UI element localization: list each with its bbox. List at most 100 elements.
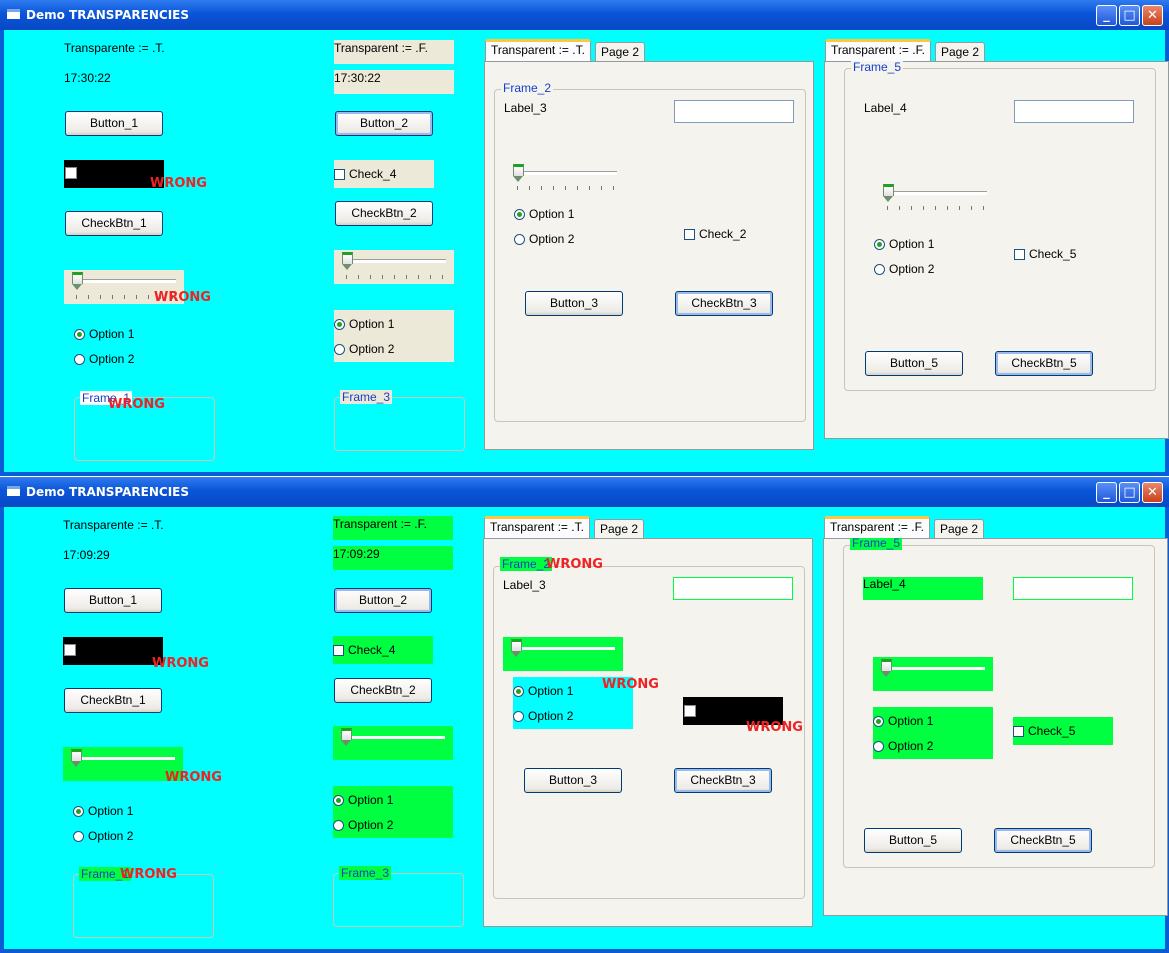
button-3[interactable]: Button_3 — [524, 768, 622, 793]
radio-icon[interactable] — [333, 820, 344, 831]
radio-option-1[interactable]: Option 1 — [333, 793, 393, 807]
button-5[interactable]: Button_5 — [864, 828, 962, 853]
text-field-1[interactable] — [673, 577, 793, 600]
tab-transparent-f[interactable]: Transparent := .F. — [824, 516, 930, 538]
tab-page-2[interactable]: Page 2 — [934, 519, 985, 539]
checkbox-icon[interactable] — [334, 169, 345, 180]
radio-option-1[interactable]: Option 1 — [514, 207, 574, 221]
radio-icon[interactable] — [513, 686, 524, 697]
tab-page-2[interactable]: Page 2 — [595, 42, 646, 62]
close-button[interactable]: ✕ — [1142, 5, 1163, 26]
radio-option-2[interactable]: Option 2 — [873, 739, 933, 753]
button-5[interactable]: Button_5 — [865, 351, 963, 376]
checkbox-square[interactable] — [684, 705, 696, 717]
slider-thumb[interactable] — [883, 184, 894, 202]
radio-icon[interactable] — [334, 319, 345, 330]
slider-thumb[interactable] — [341, 728, 352, 746]
slider-2[interactable] — [333, 726, 453, 760]
slider-thumb[interactable] — [513, 164, 524, 182]
radio-option-2[interactable]: Option 2 — [74, 352, 134, 366]
radio-icon[interactable] — [73, 831, 84, 842]
slider-5[interactable] — [873, 657, 993, 691]
tab-transparent-t[interactable]: Transparent := .T. — [485, 39, 591, 61]
close-button[interactable]: ✕ — [1142, 482, 1163, 503]
radio-option-2[interactable]: Option 2 — [514, 232, 574, 246]
radio-option-1[interactable]: Option 1 — [873, 714, 933, 728]
radio-icon[interactable] — [74, 354, 85, 365]
radio-option-2[interactable]: Option 2 — [333, 818, 393, 832]
radio-option-1[interactable]: Option 1 — [74, 327, 134, 341]
radio-icon[interactable] — [514, 234, 525, 245]
checkbtn-1[interactable]: CheckBtn_1 — [64, 688, 162, 713]
minimize-button[interactable]: _ — [1096, 482, 1117, 503]
checkbtn-2[interactable]: CheckBtn_2 — [334, 678, 432, 703]
text-field-1[interactable] — [674, 100, 794, 123]
check-5[interactable]: Check_5 — [1013, 717, 1113, 745]
button-3[interactable]: Button_3 — [525, 291, 623, 316]
radio-option-1[interactable]: Option 1 — [73, 804, 133, 818]
maximize-button[interactable]: □ — [1119, 5, 1140, 26]
checkbtn-3[interactable]: CheckBtn_3 — [674, 768, 772, 793]
checkbtn-2[interactable]: CheckBtn_2 — [335, 201, 433, 226]
radio-icon[interactable] — [873, 741, 884, 752]
check-2[interactable]: Check_2 — [684, 227, 746, 241]
radio-icon[interactable] — [514, 209, 525, 220]
radio-option-1[interactable]: Option 1 — [513, 684, 573, 698]
check-4[interactable]: Check_4 — [334, 160, 434, 188]
tab-page-2[interactable]: Page 2 — [935, 42, 986, 62]
slider-thumb[interactable] — [342, 252, 353, 270]
checkbox-square[interactable] — [64, 644, 76, 656]
slider-thumb[interactable] — [511, 639, 522, 657]
title-bar[interactable]: Demo TRANSPARENCIES _ □ ✕ — [0, 0, 1169, 30]
text-field-2[interactable] — [1013, 577, 1133, 600]
radio-icon[interactable] — [334, 344, 345, 355]
radio-option-2[interactable]: Option 2 — [874, 262, 934, 276]
minimize-button[interactable]: _ — [1096, 5, 1117, 26]
check-4[interactable]: Check_4 — [333, 636, 433, 664]
button-2[interactable]: Button_2 — [334, 588, 432, 613]
tab-page-2[interactable]: Page 2 — [594, 519, 645, 539]
radio-option-1[interactable]: Option 1 — [874, 237, 934, 251]
slider-thumb[interactable] — [72, 272, 83, 290]
col1-time: 17:09:29 — [63, 548, 110, 562]
slider-3[interactable] — [503, 637, 623, 671]
wrong-marker: WRONG — [546, 557, 603, 572]
radio-option-2[interactable]: Option 2 — [334, 342, 394, 356]
text-field-2[interactable] — [1014, 100, 1134, 123]
radio-icon[interactable] — [874, 239, 885, 250]
radio-icon[interactable] — [513, 711, 524, 722]
title-bar[interactable]: Demo TRANSPARENCIES _ □ ✕ — [0, 477, 1169, 507]
radio-option-1[interactable]: Option 1 — [334, 317, 394, 331]
radio-option-2[interactable]: Option 2 — [73, 829, 133, 843]
slider-thumb[interactable] — [881, 659, 892, 677]
radio-icon[interactable] — [873, 716, 884, 727]
check-3-wrong-bg[interactable] — [64, 160, 164, 188]
radio-icon[interactable] — [874, 264, 885, 275]
slider-3[interactable] — [509, 162, 619, 194]
checkbox-icon[interactable] — [1014, 249, 1025, 260]
slider-thumb[interactable] — [71, 749, 82, 767]
maximize-button[interactable]: □ — [1119, 482, 1140, 503]
radio-icon[interactable] — [73, 806, 84, 817]
button-2[interactable]: Button_2 — [335, 111, 433, 136]
checkbox-icon[interactable] — [684, 229, 695, 240]
checkbtn-1[interactable]: CheckBtn_1 — [65, 211, 163, 236]
tab-transparent-t[interactable]: Transparent := .T. — [484, 516, 590, 538]
slider-5[interactable] — [879, 182, 989, 214]
radio-option-2[interactable]: Option 2 — [513, 709, 573, 723]
check-5[interactable]: Check_5 — [1014, 247, 1076, 261]
radio-icon[interactable] — [74, 329, 85, 340]
checkbox-icon[interactable] — [333, 645, 344, 656]
slider-2[interactable] — [334, 250, 454, 284]
button-1[interactable]: Button_1 — [65, 111, 163, 136]
label-3: Label_3 — [504, 101, 547, 115]
checkbtn-5[interactable]: CheckBtn_5 — [994, 828, 1092, 853]
checkbox-icon[interactable] — [1013, 726, 1024, 737]
tab-transparent-f[interactable]: Transparent := .F. — [825, 39, 931, 61]
checkbox-square[interactable] — [65, 167, 77, 179]
radio-icon[interactable] — [333, 795, 344, 806]
button-1[interactable]: Button_1 — [64, 588, 162, 613]
checkbtn-3[interactable]: CheckBtn_3 — [675, 291, 773, 316]
check-3-wrong-bg[interactable] — [63, 637, 163, 665]
checkbtn-5[interactable]: CheckBtn_5 — [995, 351, 1093, 376]
